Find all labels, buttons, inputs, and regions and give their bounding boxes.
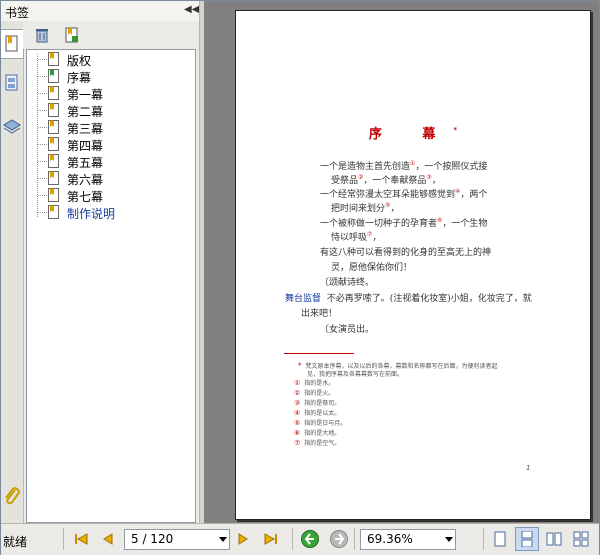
tab-bookmarks-icon[interactable] bbox=[1, 29, 24, 59]
bookmark-label: 第四幕 bbox=[67, 139, 104, 153]
verse-line: 恃以呼吸⑦， bbox=[331, 231, 382, 243]
bookmark-icon bbox=[48, 137, 59, 151]
verse-line: 有这八种可以看得到的化身的至高无上的神 bbox=[320, 248, 492, 258]
bookmarks-pane-title: 书签 bbox=[5, 6, 30, 20]
footnote: ② 指的是火。 bbox=[294, 389, 335, 397]
reader-window: 书签 ◀◀ 版权 序幕 第一幕 第二幕 第三幕 第四幕 第五幕 第六幕 第七幕 … bbox=[0, 0, 600, 555]
status-bar: 就绪 5 / 120 69.36% bbox=[1, 523, 599, 555]
dialogue-line: 出来吧！ bbox=[301, 309, 338, 319]
next-page-icon[interactable] bbox=[236, 532, 250, 546]
continuous-facing-view-icon[interactable] bbox=[569, 527, 593, 551]
bookmark-item[interactable]: 第七幕 bbox=[27, 187, 187, 204]
delete-bookmark-icon[interactable] bbox=[33, 26, 51, 44]
verse-line: 一个经常弥漫太空耳朵能够感觉到④，两个 bbox=[320, 188, 488, 200]
footnote-intro: 见，我把序幕及各幕幕数写在前面。 bbox=[307, 371, 404, 378]
title-footnote-mark: * bbox=[453, 125, 458, 135]
bookmarks-pane-header: 书签 ◀◀ bbox=[1, 1, 199, 22]
bookmark-item[interactable]: 第六幕 bbox=[27, 170, 187, 187]
last-page-icon[interactable] bbox=[264, 532, 278, 546]
navigation-tabs bbox=[1, 21, 24, 523]
bookmark-item[interactable]: 第二幕 bbox=[27, 102, 187, 119]
bookmark-item[interactable]: 制作说明 bbox=[27, 204, 187, 221]
speaker-name: 舞台监督 bbox=[285, 294, 322, 304]
zoom-field[interactable]: 69.36% bbox=[360, 529, 456, 550]
status-text: 就绪 bbox=[3, 535, 28, 549]
bookmark-label: 第三幕 bbox=[67, 122, 104, 136]
page-number: 1 bbox=[526, 464, 531, 472]
document-workspace: 序 幕* 一个是造物主首先创造①，一个按照仪式接 受祭品②，一个奉献祭品③， 一… bbox=[204, 1, 599, 523]
tab-layers-icon[interactable] bbox=[1, 113, 23, 141]
bookmark-icon bbox=[48, 103, 59, 117]
go-back-icon[interactable] bbox=[301, 530, 319, 548]
previous-page-icon[interactable] bbox=[101, 532, 115, 546]
verse-line: 灵，愿他保佑你们！ bbox=[331, 263, 413, 273]
zoom-dropdown-icon[interactable] bbox=[445, 537, 453, 542]
bookmark-label: 第六幕 bbox=[67, 173, 104, 187]
page-title: 序 幕* bbox=[236, 123, 590, 142]
document-page: 序 幕* 一个是造物主首先创造①，一个按照仪式接 受祭品②，一个奉献祭品③， 一… bbox=[235, 10, 591, 520]
bookmark-tree: 版权 序幕 第一幕 第二幕 第三幕 第四幕 第五幕 第六幕 第七幕 制作说明 bbox=[26, 49, 196, 523]
bookmark-icon bbox=[48, 171, 59, 185]
footnote: ① 指的是水。 bbox=[294, 379, 335, 387]
bookmark-item[interactable]: 第四幕 bbox=[27, 136, 187, 153]
bookmark-icon bbox=[48, 86, 59, 100]
tab-pages-icon[interactable] bbox=[1, 69, 23, 97]
bookmark-item[interactable]: 序幕 bbox=[27, 68, 187, 85]
bookmark-label: 序幕 bbox=[67, 71, 92, 85]
footnote: ⑦ 指的是空气。 bbox=[294, 439, 341, 447]
footnote: ③ 指的是祭司。 bbox=[294, 399, 341, 407]
bookmark-icon bbox=[48, 205, 59, 219]
verse-line: 把时间来划分⑤， bbox=[331, 202, 400, 214]
zoom-value: 69.36% bbox=[367, 532, 413, 546]
bookmark-item[interactable]: 版权 bbox=[27, 51, 187, 68]
page-number-value: 5 / 120 bbox=[131, 532, 174, 546]
bookmark-icon bbox=[48, 52, 59, 66]
bookmark-item[interactable]: 第一幕 bbox=[27, 85, 187, 102]
verse-line: 一个被称做一切种子的孕育者⑥，一个生物 bbox=[320, 217, 488, 229]
bookmark-icon bbox=[48, 120, 59, 134]
bookmark-label: 制作说明 bbox=[67, 207, 116, 221]
bookmark-icon bbox=[48, 188, 59, 202]
bookmark-label: 第一幕 bbox=[67, 88, 104, 102]
stage-direction: 〔颂献诗终。 bbox=[320, 278, 375, 288]
collapse-pane-icon[interactable]: ◀◀ bbox=[184, 4, 199, 15]
footnote: ⑥ 指的是大地。 bbox=[294, 429, 341, 437]
facing-view-icon[interactable] bbox=[542, 527, 566, 551]
verse-line: 一个是造物主首先创造①，一个按照仪式接 bbox=[320, 160, 488, 172]
footnote: ⑤ 指的是日与月。 bbox=[294, 419, 347, 427]
footnote-rule bbox=[284, 353, 354, 354]
bookmark-label: 版权 bbox=[67, 54, 92, 68]
page-dropdown-icon[interactable] bbox=[219, 537, 227, 542]
dialogue-line: 舞台监督 不必再罗嗦了。(注视着化妆室)小姐，化妆完了，就 bbox=[285, 294, 532, 304]
stage-direction: 〔女演员出。 bbox=[320, 325, 375, 335]
new-bookmark-icon[interactable] bbox=[63, 26, 81, 44]
go-forward-icon[interactable] bbox=[330, 530, 348, 548]
bookmark-icon bbox=[48, 154, 59, 168]
bookmark-label: 第七幕 bbox=[67, 190, 104, 204]
footnote: ④ 指的是以太。 bbox=[294, 409, 341, 417]
page-title-text: 序 幕 bbox=[368, 127, 454, 142]
bookmarks-toolbar bbox=[23, 21, 199, 49]
bookmark-label: 第二幕 bbox=[67, 105, 104, 119]
first-page-icon[interactable] bbox=[74, 532, 88, 546]
bookmark-icon bbox=[48, 69, 59, 83]
continuous-view-icon[interactable] bbox=[515, 527, 539, 551]
attachments-icon[interactable] bbox=[3, 486, 21, 511]
single-page-view-icon[interactable] bbox=[488, 527, 512, 551]
bookmark-item[interactable]: 第三幕 bbox=[27, 119, 187, 136]
page-number-field[interactable]: 5 / 120 bbox=[124, 529, 230, 550]
bookmark-item[interactable]: 第五幕 bbox=[27, 153, 187, 170]
bookmark-label: 第五幕 bbox=[67, 156, 104, 170]
verse-line: 受祭品②，一个奉献祭品③， bbox=[331, 174, 441, 186]
